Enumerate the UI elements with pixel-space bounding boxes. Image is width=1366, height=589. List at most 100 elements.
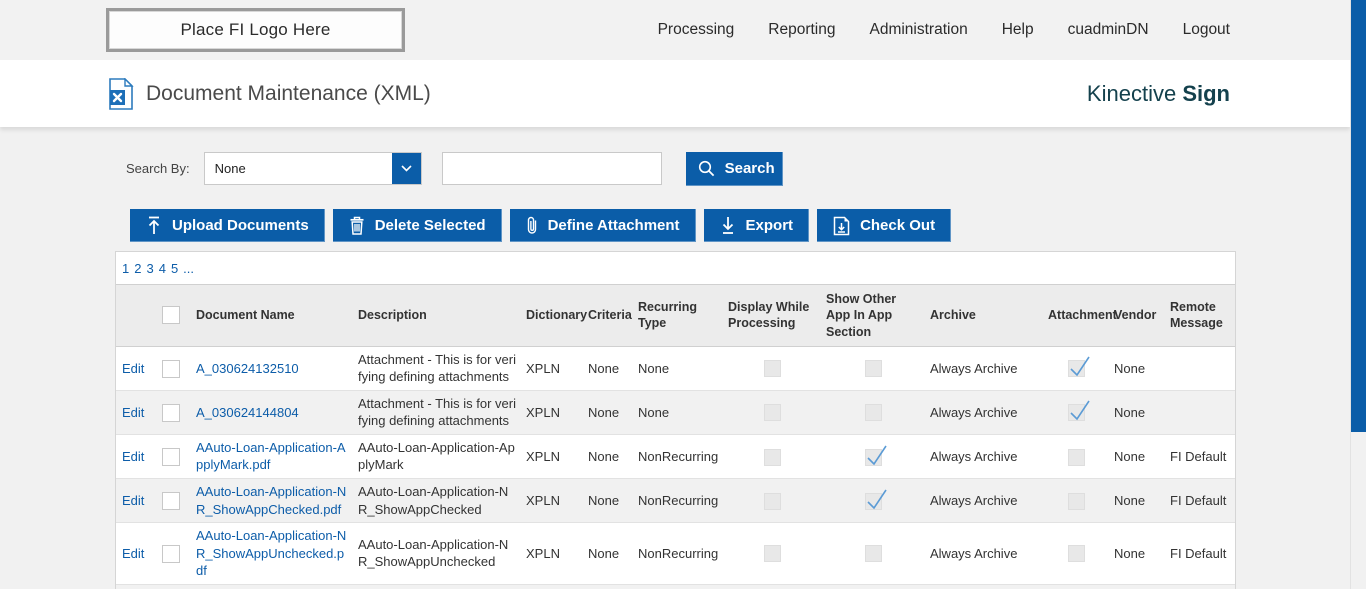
search-button[interactable]: Search [685, 151, 783, 186]
brand-kinective: Kinective [1086, 80, 1177, 106]
recurring-type-cell: NonRecurring [638, 492, 719, 508]
row-select-checkbox[interactable] [162, 403, 180, 422]
page-title: Document Maintenance (XML) [146, 81, 431, 105]
delete-selected-label: Delete Selected [374, 217, 486, 234]
edit-link[interactable]: Edit [122, 449, 144, 464]
attachment-checkbox [1067, 400, 1090, 422]
table-header-row: Document Name Description Dictionary Cri… [116, 284, 1235, 347]
paperclip-icon [527, 216, 536, 234]
top-bar: Place FI Logo Here Processing Reporting … [0, 0, 1350, 60]
edit-link[interactable]: Edit [122, 405, 144, 420]
description-cell: AAuto-Loan-Application-NR_ShowAppUncheck… [358, 536, 509, 570]
recurring-type-cell: None [638, 360, 670, 376]
download-icon [722, 217, 733, 234]
fi-logo-placeholder: Place FI Logo Here [106, 8, 405, 52]
check-out-label: Check Out [860, 217, 936, 234]
document-name-link[interactable]: AAuto-Loan-Application-ApplyMark.pdf [196, 440, 346, 473]
table-row: Edit AAuto-Loan-Application-ApplyMark.pd… [116, 434, 1235, 479]
table-row: Edit AAuto-Loan-Application-R_ShowAppChe… [116, 584, 1235, 589]
display-while-processing-checkbox [763, 404, 781, 422]
nav-logout[interactable]: Logout [1183, 21, 1230, 39]
criteria-cell: None [588, 545, 620, 561]
edit-link[interactable]: Edit [122, 361, 144, 376]
description-cell: Attachment - This is for verifying defin… [358, 395, 516, 429]
remote-message-cell: FI Default [1170, 492, 1227, 508]
vertical-scrollbar[interactable] [1350, 0, 1366, 589]
description-cell: Attachment - This is for verifying defin… [358, 351, 516, 385]
search-by-dropdown[interactable]: None [203, 152, 422, 185]
export-label: Export [745, 217, 794, 234]
row-select-checkbox[interactable] [162, 491, 180, 510]
nav-help[interactable]: Help [1002, 21, 1034, 39]
show-other-app-checkbox [864, 489, 887, 510]
page-link-2[interactable]: 2 [134, 261, 141, 276]
archive-cell: Always Archive [930, 545, 1018, 561]
criteria-cell: None [588, 448, 620, 464]
search-button-label: Search [724, 160, 775, 177]
header-criteria: Criteria [588, 308, 632, 323]
documents-panel: 1 2 3 4 5... Document Name Description Dicti… [115, 251, 1236, 589]
brand-sign: Sign [1182, 80, 1230, 106]
attachment-checkbox [1067, 448, 1085, 466]
page-link-3[interactable]: 3 [146, 261, 153, 276]
header-edit-spacer [116, 285, 156, 347]
title-band: Document Maintenance (XML) Kinective Sig… [0, 60, 1350, 127]
header-remote-message: Remote Message [1170, 300, 1223, 331]
display-while-processing-checkbox [763, 360, 781, 378]
document-name-link[interactable]: A_030624144804 [196, 405, 299, 420]
page-link-1[interactable]: 1 [122, 261, 129, 276]
dictionary-cell: XPLN [526, 360, 560, 376]
row-select-checkbox[interactable] [162, 359, 180, 378]
vendor-cell: None [1114, 545, 1146, 561]
nav-username[interactable]: cuadminDN [1068, 21, 1149, 39]
upload-documents-label: Upload Documents [172, 217, 309, 234]
scrollbar-thumb[interactable] [1351, 0, 1366, 432]
chevron-down-icon [401, 165, 412, 172]
delete-selected-button[interactable]: Delete Selected [332, 209, 502, 242]
select-all-checkbox[interactable] [162, 306, 180, 325]
page-link-5[interactable]: 5 [171, 261, 178, 276]
remote-message-cell: FI Default [1170, 545, 1227, 561]
dropdown-button[interactable] [391, 153, 421, 184]
header-recurring-type: Recurring Type [638, 300, 698, 331]
page-link-4[interactable]: 4 [159, 261, 166, 276]
remote-message-cell [1164, 390, 1235, 434]
search-input[interactable] [441, 152, 662, 185]
attachment-checkbox [1067, 356, 1090, 378]
row-select-checkbox[interactable] [162, 447, 180, 466]
dictionary-cell: XPLN [526, 404, 560, 420]
nav-administration[interactable]: Administration [869, 21, 967, 39]
page-link-more[interactable]: ... [183, 261, 194, 276]
document-name-link[interactable]: AAuto-Loan-Application-NR_ShowAppChecked… [196, 484, 346, 517]
header-display-while-processing: Display While Processing [728, 300, 810, 331]
nav-processing[interactable]: Processing [658, 21, 735, 39]
document-name-link[interactable]: A_030624132510 [196, 361, 299, 376]
remote-message-cell: FI Default [1170, 448, 1227, 464]
define-attachment-button[interactable]: Define Attachment [509, 209, 696, 242]
trash-icon [350, 216, 364, 235]
recurring-type-cell: NonRecurring [638, 545, 719, 561]
archive-cell: Always Archive [930, 492, 1018, 508]
archive-cell: Always Archive [930, 448, 1018, 464]
recurring-type-cell: None [638, 404, 670, 420]
check-out-button[interactable]: Check Out [817, 209, 952, 242]
dictionary-cell: XPLN [526, 448, 560, 464]
upload-documents-button[interactable]: Upload Documents [130, 209, 325, 242]
dictionary-cell: XPLN [526, 545, 560, 561]
recurring-type-cell: NonRecurring [638, 448, 719, 464]
show-other-app-checkbox [864, 404, 882, 422]
document-name-link[interactable]: AAuto-Loan-Application-NR_ShowAppUncheck… [196, 528, 346, 578]
description-cell: AAuto-Loan-Application-ApplyMark [358, 439, 515, 473]
table-row: Edit A_030624144804 Attachment - This is… [116, 390, 1235, 435]
export-button[interactable]: Export [703, 209, 810, 242]
edit-link[interactable]: Edit [122, 493, 144, 508]
row-select-checkbox[interactable] [162, 544, 180, 563]
page: Place FI Logo Here Processing Reporting … [0, 0, 1350, 589]
edit-link[interactable]: Edit [122, 546, 144, 561]
nav-reporting[interactable]: Reporting [768, 21, 835, 39]
show-other-app-checkbox [864, 445, 887, 466]
show-other-app-checkbox [864, 360, 882, 378]
criteria-cell: None [588, 360, 620, 376]
remote-message-cell: FI Default [1164, 584, 1235, 589]
display-while-processing-checkbox [763, 492, 781, 510]
